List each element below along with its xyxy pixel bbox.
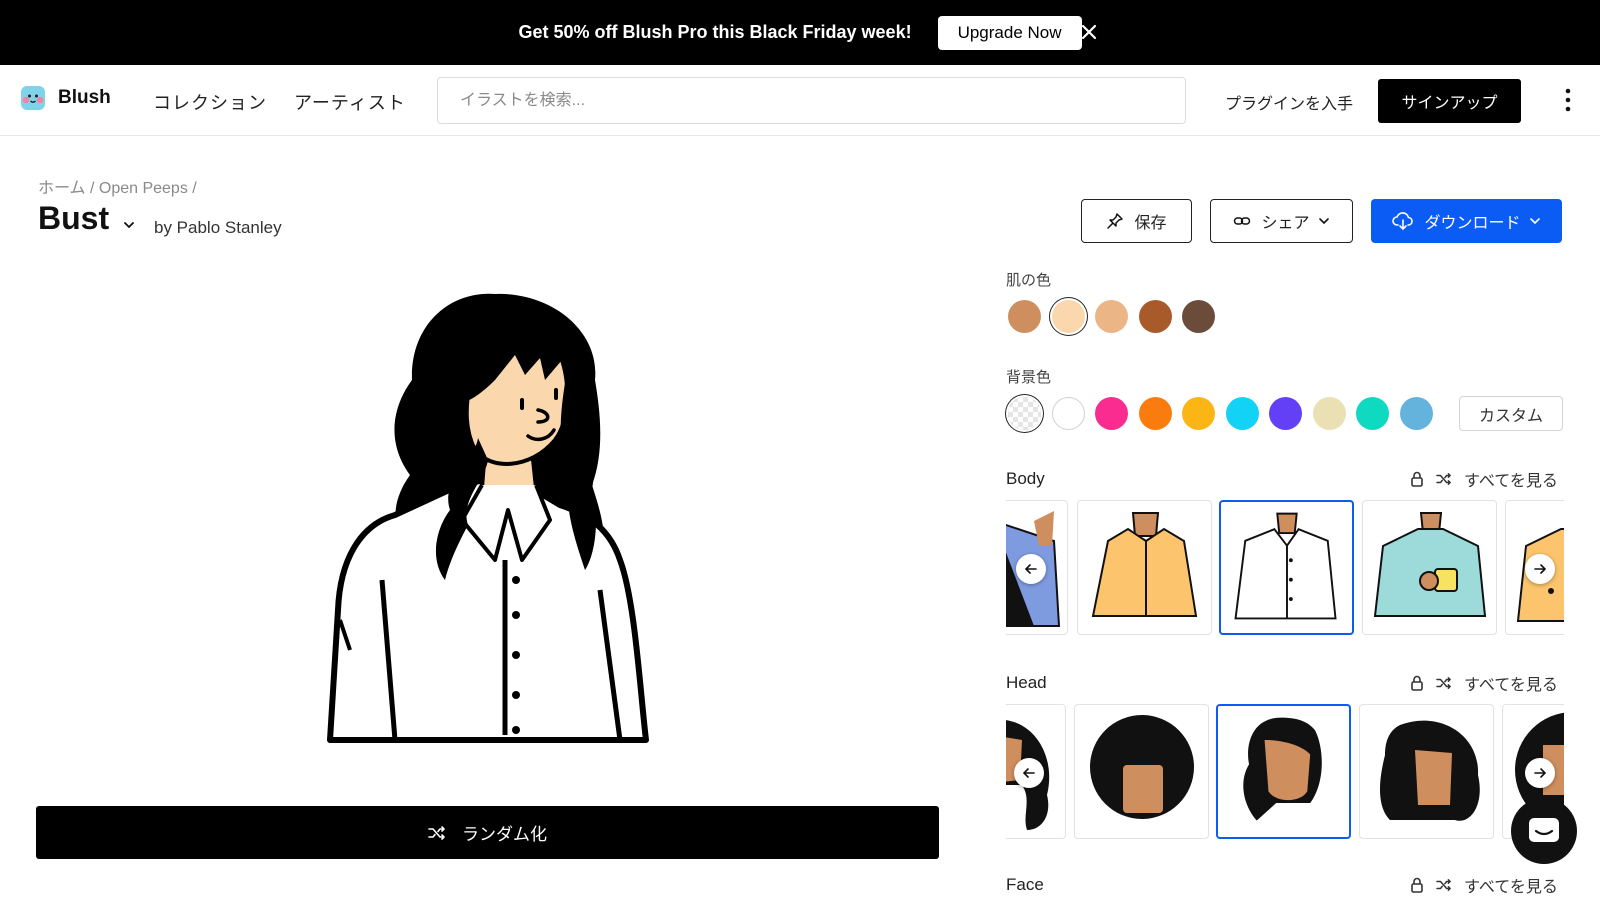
background-color-swatch[interactable] bbox=[1269, 397, 1302, 430]
category-title-face: Face bbox=[1006, 875, 1044, 894]
save-button[interactable]: 保存 bbox=[1081, 199, 1192, 243]
scroll-right-button[interactable] bbox=[1525, 554, 1555, 584]
randomize-label: ランダム化 bbox=[462, 825, 547, 844]
blush-logo-icon bbox=[21, 86, 45, 110]
background-color-label: 背景色 bbox=[1006, 369, 1052, 386]
pin-icon bbox=[1107, 213, 1124, 229]
bust-illustration bbox=[327, 293, 649, 743]
close-icon[interactable] bbox=[1075, 18, 1103, 46]
link-icon bbox=[1234, 217, 1251, 225]
search-input[interactable] bbox=[437, 77, 1186, 124]
chevron-down-icon[interactable] bbox=[122, 218, 136, 232]
background-color-swatch[interactable] bbox=[1051, 397, 1085, 430]
arrow-right-icon bbox=[1534, 564, 1547, 574]
randomize-button[interactable]: ランダム化 bbox=[36, 806, 939, 859]
chevron-down-icon bbox=[1529, 218, 1540, 225]
body-option-thumbnail bbox=[1091, 512, 1198, 617]
head-options-strip bbox=[1006, 704, 1564, 842]
background-color-swatch[interactable] bbox=[1182, 397, 1215, 430]
category-tools-face: すべてを見る bbox=[1410, 873, 1558, 897]
body-option-thumbnail bbox=[1373, 512, 1487, 617]
scroll-left-button[interactable] bbox=[1016, 554, 1046, 584]
chevron-down-icon bbox=[1318, 218, 1329, 225]
chat-widget-button[interactable] bbox=[1511, 798, 1577, 864]
skin-color-swatch[interactable] bbox=[1182, 300, 1215, 333]
body-options-strip bbox=[1006, 500, 1564, 638]
shuffle-icon bbox=[428, 825, 445, 840]
arrow-left-icon bbox=[1022, 768, 1035, 778]
breadcrumb-collection[interactable]: Open Peeps bbox=[99, 180, 188, 197]
see-all-link[interactable]: すべてを見る bbox=[1464, 671, 1558, 695]
breadcrumb-separator: / bbox=[192, 180, 197, 197]
background-color-swatch[interactable] bbox=[1312, 397, 1346, 430]
logo-text: Blush bbox=[58, 87, 111, 108]
body-option[interactable] bbox=[1077, 500, 1212, 635]
see-all-link[interactable]: すべてを見る bbox=[1464, 873, 1558, 897]
upgrade-now-button[interactable]: Upgrade Now bbox=[937, 15, 1082, 50]
see-all-link[interactable]: すべてを見る bbox=[1464, 467, 1558, 491]
skin-color-swatch[interactable] bbox=[1138, 300, 1172, 333]
logo-link[interactable]: Blush bbox=[20, 85, 111, 111]
background-color-swatch[interactable] bbox=[1138, 397, 1172, 430]
skin-color-swatch[interactable] bbox=[1095, 300, 1128, 333]
background-color-swatch[interactable] bbox=[1225, 397, 1259, 430]
shuffle-icon[interactable] bbox=[1436, 878, 1452, 892]
cloud-download-icon bbox=[1392, 212, 1414, 231]
download-button[interactable]: ダウンロード bbox=[1371, 199, 1562, 243]
shuffle-icon[interactable] bbox=[1436, 472, 1452, 486]
breadcrumb-home[interactable]: ホーム bbox=[38, 180, 86, 197]
head-option[interactable] bbox=[1074, 704, 1209, 839]
promo-text: Get 50% off Blush Pro this Black Friday … bbox=[518, 22, 912, 42]
category-tools-head: すべてを見る bbox=[1410, 671, 1558, 695]
breadcrumb-separator: / bbox=[89, 180, 99, 197]
chat-icon bbox=[1529, 818, 1559, 842]
get-plugin-link[interactable]: プラグインを入手 bbox=[1225, 90, 1353, 114]
more-menu-icon[interactable] bbox=[1560, 87, 1576, 113]
author-link[interactable]: by Pablo Stanley bbox=[154, 218, 282, 238]
lock-icon[interactable] bbox=[1410, 471, 1424, 487]
promo-banner: Get 50% off Blush Pro this Black Friday … bbox=[0, 0, 1600, 65]
head-option-thumbnail bbox=[1380, 720, 1480, 821]
background-color-swatch[interactable] bbox=[1356, 397, 1389, 430]
share-label: シェア bbox=[1261, 215, 1310, 232]
share-button[interactable]: シェア bbox=[1210, 199, 1353, 243]
page-title: Bust bbox=[38, 200, 110, 236]
background-color-swatch[interactable] bbox=[1399, 397, 1433, 430]
skin-color-label: 肌の色 bbox=[1006, 272, 1052, 289]
lock-icon[interactable] bbox=[1410, 877, 1424, 893]
nav-link-collections[interactable]: コレクション bbox=[153, 89, 267, 115]
category-title-head: Head bbox=[1006, 673, 1047, 692]
scroll-right-button[interactable] bbox=[1525, 758, 1555, 788]
body-option-selected[interactable] bbox=[1219, 500, 1354, 635]
head-option-selected[interactable] bbox=[1216, 704, 1351, 839]
arrow-right-icon bbox=[1534, 768, 1547, 778]
category-tools-body: すべてを見る bbox=[1410, 467, 1558, 491]
skin-color-swatch[interactable] bbox=[1008, 300, 1041, 333]
custom-color-button[interactable]: カスタム bbox=[1459, 396, 1563, 431]
nav-link-artists[interactable]: アーティスト bbox=[294, 89, 406, 115]
background-color-swatch[interactable] bbox=[1008, 397, 1041, 430]
lock-icon[interactable] bbox=[1410, 675, 1424, 691]
shuffle-icon[interactable] bbox=[1436, 676, 1452, 690]
head-option-thumbnail bbox=[1243, 717, 1322, 821]
save-label: 保存 bbox=[1134, 215, 1167, 232]
arrow-left-icon bbox=[1024, 564, 1037, 574]
body-option[interactable] bbox=[1362, 500, 1497, 635]
scroll-left-button[interactable] bbox=[1014, 758, 1044, 788]
category-title-body: Body bbox=[1006, 469, 1045, 488]
top-nav: Blush コレクション アーティスト プラグインを入手 サインアップ bbox=[0, 65, 1600, 136]
head-option[interactable] bbox=[1359, 704, 1494, 839]
skin-color-swatch[interactable] bbox=[1051, 300, 1085, 333]
head-option-thumbnail bbox=[1090, 715, 1194, 819]
breadcrumb: ホーム / Open Peeps / bbox=[38, 174, 197, 198]
download-label: ダウンロード bbox=[1424, 215, 1521, 232]
background-color-swatch[interactable] bbox=[1095, 397, 1128, 430]
body-option-thumbnail bbox=[1234, 512, 1337, 620]
signup-button[interactable]: サインアップ bbox=[1378, 79, 1521, 123]
